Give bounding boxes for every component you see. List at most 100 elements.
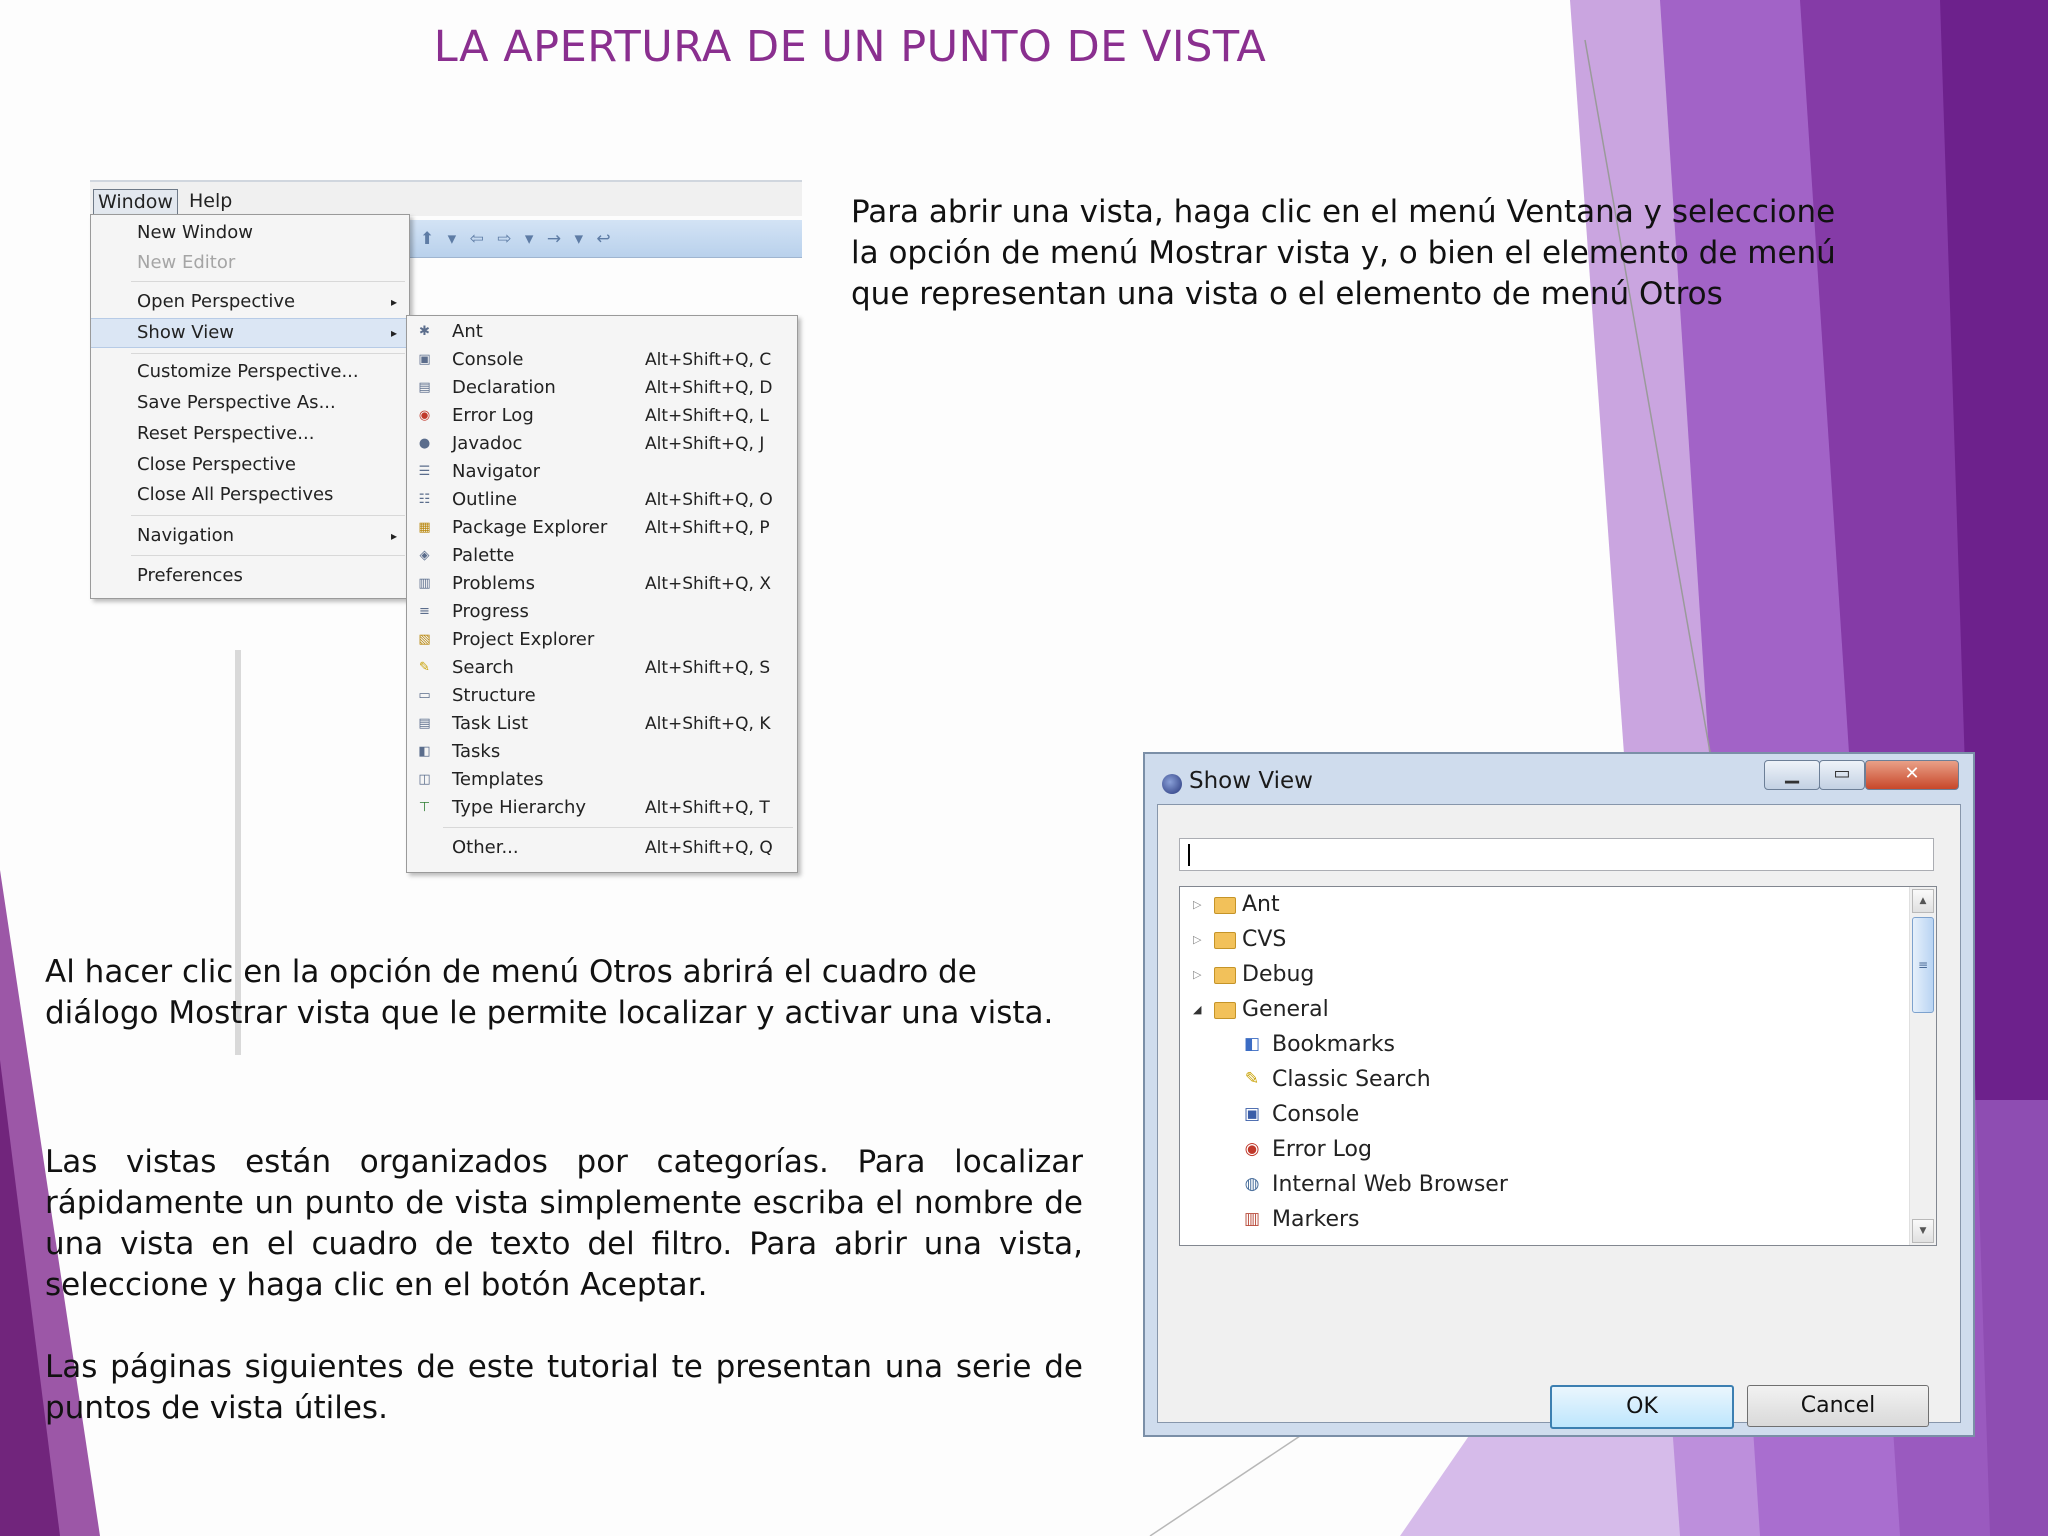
shortcut-label: Alt+Shift+Q, P (645, 518, 770, 538)
scroll-down-icon[interactable]: ▼ (1912, 1219, 1934, 1243)
type-hierarchy-icon: ⊤ (418, 800, 431, 815)
view-item-navigator[interactable]: ☰ Navigator (407, 458, 797, 486)
menu-item-customize-perspective[interactable]: Customize Perspective... (91, 358, 409, 386)
menu-item-save-perspective-as[interactable]: Save Perspective As... (91, 389, 409, 417)
markers-icon: ▥ (1243, 1209, 1261, 1229)
menu-item-label: Navigation (137, 525, 235, 546)
menu-item-reset-perspective[interactable]: Reset Perspective... (91, 420, 409, 448)
cancel-button[interactable]: Cancel (1747, 1385, 1929, 1427)
menu-item-close-all-perspectives[interactable]: Close All Perspectives (91, 481, 409, 509)
menu-item-label: Progress (452, 601, 529, 622)
view-item-javadoc[interactable]: ● Javadoc Alt+Shift+Q, J (407, 430, 797, 458)
menubar-help[interactable]: Help (185, 189, 236, 213)
tree-item-label: Classic Search (1272, 1067, 1431, 1092)
categories-paragraph: Las vistas están organizados por categor… (45, 1144, 1083, 1303)
menu-item-label: Customize Perspective... (137, 361, 359, 382)
view-item-tasks[interactable]: ◧ Tasks (407, 738, 797, 766)
navigator-icon: ☰ (418, 464, 431, 479)
submenu-arrow-icon: ▸ (390, 295, 397, 309)
menu-item-label: Task List (452, 713, 529, 734)
view-item-structure[interactable]: ▭ Structure (407, 682, 797, 710)
view-item-project-explorer[interactable]: ▧ Project Explorer (407, 626, 797, 654)
filter-input[interactable] (1179, 838, 1934, 871)
menu-item-new-editor: New Editor (91, 249, 409, 277)
menu-item-label: Close All Perspectives (137, 484, 334, 505)
view-item-progress[interactable]: ≡ Progress (407, 598, 797, 626)
menu-item-close-perspective[interactable]: Close Perspective (91, 451, 409, 479)
menu-item-label: New Window (137, 222, 253, 243)
view-item-package-explorer[interactable]: ▦ Package Explorer Alt+Shift+Q, P (407, 514, 797, 542)
show-view-submenu: ✱ Ant ▣ Console Alt+Shift+Q, C ▤ Declaration… (406, 315, 798, 873)
view-item-templates[interactable]: ◫ Templates (407, 766, 797, 794)
shortcut-label: Alt+Shift+Q, Q (645, 838, 773, 858)
collapse-arrow-icon[interactable]: ◢ (1193, 992, 1201, 1027)
expand-arrow-icon[interactable]: ▷ (1193, 887, 1201, 922)
tree-item-label: Error Log (1272, 1137, 1372, 1162)
menubar-window[interactable]: Window (93, 189, 178, 215)
search-icon: ✎ (1244, 1069, 1260, 1089)
menu-item-label: Error Log (452, 405, 534, 426)
javadoc-icon: ● (418, 436, 431, 451)
tree-item-label: Bookmarks (1272, 1032, 1395, 1057)
decor-line (1149, 1435, 1301, 1536)
menu-item-preferences[interactable]: Preferences (91, 562, 409, 590)
dialog-body: ▷ Ant ▷ CVS ▷ Debug ◢ General ◧ Bookmarks ✎ Cl… (1157, 804, 1961, 1429)
tree-item-label: General (1242, 997, 1329, 1022)
text-caret (1188, 844, 1190, 866)
minimize-button[interactable]: ▁ (1764, 760, 1820, 790)
menu-item-label: Reset Perspective... (137, 423, 315, 444)
tasks-icon: ◧ (418, 744, 431, 759)
problems-icon: ▥ (418, 576, 431, 591)
console-icon: ▣ (1243, 1104, 1261, 1124)
shortcut-label: Alt+Shift+Q, T (645, 798, 770, 818)
menu-item-navigation[interactable]: Navigation ▸ (91, 522, 409, 550)
menu-item-show-view[interactable]: Show View ▸ (91, 318, 409, 348)
closing-paragraph: Las páginas siguientes de este tutorial … (45, 1349, 1083, 1426)
view-item-error-log[interactable]: ◉ Error Log Alt+Shift+Q, L (407, 402, 797, 430)
menu-item-label: Close Perspective (137, 454, 297, 475)
maximize-button[interactable]: ▭ (1819, 760, 1865, 790)
view-item-declaration[interactable]: ▤ Declaration Alt+Shift+Q, D (407, 374, 797, 402)
menu-item-label: Navigator (452, 461, 541, 482)
scroll-up-icon[interactable]: ▲ (1912, 889, 1934, 913)
view-item-palette[interactable]: ◈ Palette (407, 542, 797, 570)
menu-separator (443, 827, 793, 828)
view-item-type-hierarchy[interactable]: ⊤ Type Hierarchy Alt+Shift+Q, T (407, 794, 797, 822)
tree-scrollbar[interactable]: ▲ ≡ ▼ (1909, 887, 1936, 1245)
view-item-problems[interactable]: ▥ Problems Alt+Shift+Q, X (407, 570, 797, 598)
view-item-task-list[interactable]: ▤ Task List Alt+Shift+Q, K (407, 710, 797, 738)
eclipse-icon (1162, 774, 1182, 794)
folder-icon (1214, 932, 1236, 949)
shortcut-label: Alt+Shift+Q, O (645, 490, 773, 510)
scroll-thumb[interactable]: ≡ (1912, 917, 1934, 1013)
tree-item-label: CVS (1242, 927, 1287, 952)
menu-item-open-perspective[interactable]: Open Perspective ▸ (91, 288, 409, 316)
shortcut-label: Alt+Shift+Q, X (645, 574, 771, 594)
ok-button[interactable]: OK (1550, 1385, 1734, 1429)
menubar: Window Help (90, 180, 802, 216)
expand-arrow-icon[interactable]: ▷ (1193, 957, 1201, 992)
window-controls: ▁ ▭ ✕ (1764, 760, 1959, 790)
outline-icon: ☷ (418, 492, 431, 507)
view-item-other[interactable]: Other... Alt+Shift+Q, Q (407, 834, 797, 862)
menu-item-label: Javadoc (452, 433, 523, 454)
view-item-search[interactable]: ✎ Search Alt+Shift+Q, S (407, 654, 797, 682)
declaration-icon: ▤ (418, 380, 431, 395)
bookmarks-icon: ◧ (1243, 1034, 1261, 1054)
view-item-console[interactable]: ▣ Console Alt+Shift+Q, C (407, 346, 797, 374)
views-tree: ▷ Ant ▷ CVS ▷ Debug ◢ General ◧ Bookmarks ✎ Cl… (1179, 886, 1937, 1246)
submenu-arrow-icon: ▸ (390, 529, 397, 543)
view-item-outline[interactable]: ☷ Outline Alt+Shift+Q, O (407, 486, 797, 514)
close-button[interactable]: ✕ (1865, 760, 1959, 790)
shortcut-label: Alt+Shift+Q, D (645, 378, 773, 398)
package-explorer-icon: ▦ (418, 520, 431, 535)
menu-item-label: Project Explorer (452, 629, 595, 650)
menu-item-label: Other... (452, 837, 519, 858)
slide-title: LA APERTURA DE UN PUNTO DE VISTA (433, 22, 1267, 72)
shortcut-label: Alt+Shift+Q, K (645, 714, 771, 734)
expand-arrow-icon[interactable]: ▷ (1193, 922, 1201, 957)
menu-item-new-window[interactable]: New Window (91, 219, 409, 247)
dialog-title: Show View (1189, 768, 1313, 794)
view-item-ant[interactable]: ✱ Ant (407, 318, 797, 346)
error-log-icon: ◉ (418, 408, 431, 423)
